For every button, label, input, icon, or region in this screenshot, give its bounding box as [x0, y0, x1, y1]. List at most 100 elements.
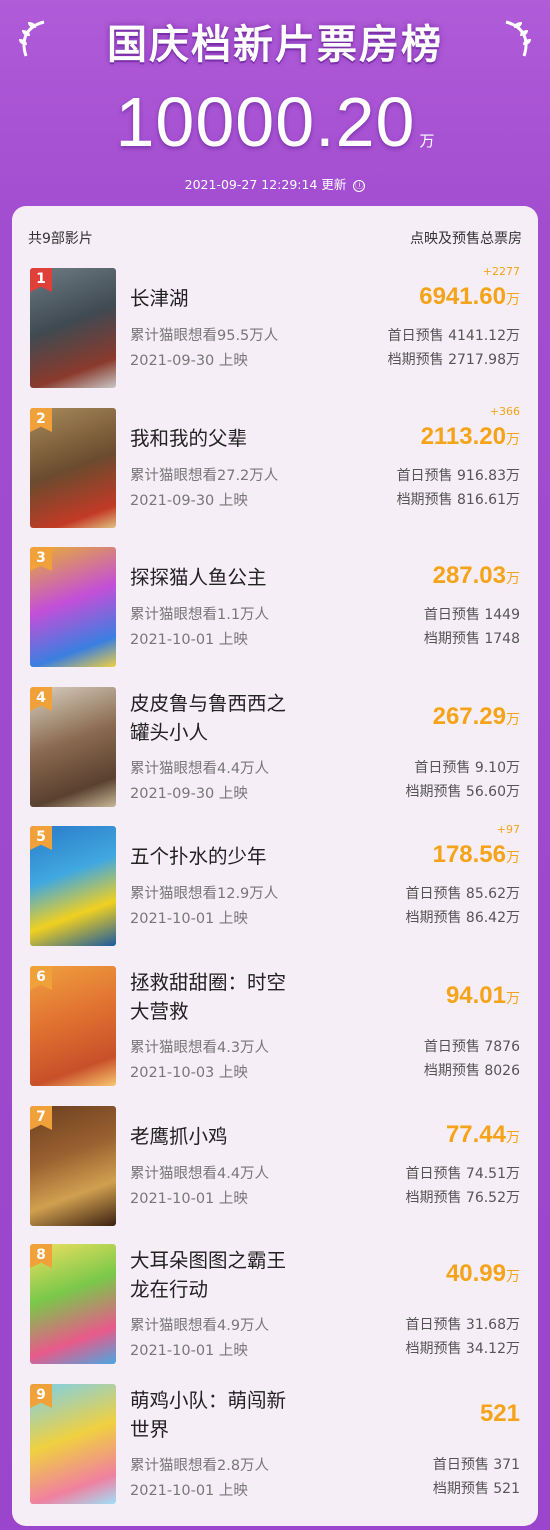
gross-increase: +97 [496, 823, 520, 836]
release-date: 2021-09-30 上映 [130, 353, 248, 369]
movie-title-line2: 大营救 [130, 1000, 189, 1023]
want-count: 累计猫眼想看1.1万人 [130, 607, 270, 623]
period-presale: 档期预售 56.60万 [405, 784, 520, 800]
update-time-text: 2021-09-27 12:29:14 更新 [184, 177, 347, 192]
rank-badge: 4 [30, 687, 52, 711]
period-presale: 档期预售 86.42万 [405, 910, 520, 926]
movie-title-line1: 长津湖 [130, 287, 189, 310]
rank-badge: 2 [30, 408, 52, 432]
laurel-right-icon [505, 20, 531, 57]
movie-title[interactable]: 长津湖 [130, 284, 330, 313]
gross-unit: 万 [506, 990, 520, 1006]
release-date: 2021-10-03 上映 [130, 1065, 248, 1081]
first-day-presale: 首日预售 85.62万 [405, 886, 520, 902]
presale-gross: 40.99万 [446, 1260, 520, 1288]
movie-title-line1: 大耳朵图图之霸王 [130, 1249, 287, 1272]
list-item[interactable]: 2 我和我的父辈累计猫眼想看27.2万人 2021-09-30 上映 +366 2113… [12, 405, 538, 548]
header: 国庆档新片票房榜 10000.20 万 2021-09-27 12:29:14 更… [0, 0, 550, 205]
panel-header: 共9部影片 点映及预售总票房 [12, 228, 538, 248]
gross-value: 287.03 [432, 562, 506, 589]
page-title: 国庆档新片票房榜 [107, 22, 443, 68]
movie-poster[interactable]: 4 [30, 687, 116, 807]
total-value: 10000.20 [115, 83, 416, 161]
rank-badge: 6 [30, 966, 52, 990]
want-count: 累计猫眼想看4.4万人 [130, 1166, 270, 1182]
update-time: 2021-09-27 12:29:14 更新 ⓘ [0, 174, 550, 193]
gross-unit: 万 [506, 1268, 520, 1284]
list-item[interactable]: 3 探探猫人鱼公主 累计猫眼想看1.1万人 2021-10-01 上映 287.03万首… [12, 547, 538, 687]
movie-title[interactable]: 皮皮鲁与鲁西西之 罐头小人 [130, 689, 330, 747]
presale-gross: 2113.20万 [421, 423, 520, 451]
gross-unit: 万 [506, 1129, 520, 1145]
movie-poster[interactable]: 5 [30, 826, 116, 946]
movie-title[interactable]: 我和我的父辈 [130, 424, 330, 453]
presale-gross: 94.01万 [446, 982, 520, 1010]
movie-title[interactable]: 老鹰抓小鸡 [130, 1122, 330, 1151]
laurel-left-icon [19, 20, 45, 57]
movie-title-line1: 皮皮鲁与鲁西西之 [130, 692, 287, 715]
rank-badge: 5 [30, 826, 52, 850]
presale-gross: 287.03万 [433, 562, 520, 590]
rank-badge: 8 [30, 1244, 52, 1268]
presale-gross: 77.44万 [446, 1121, 520, 1149]
release-date: 2021-10-01 上映 [130, 911, 248, 927]
release-date: 2021-09-30 上映 [130, 493, 248, 509]
movie-poster[interactable]: 9 [30, 1384, 116, 1504]
title-bar: 国庆档新片票房榜 [16, 8, 534, 70]
gross-unit: 万 [506, 431, 520, 447]
first-day-presale: 首日预售 371 [432, 1457, 520, 1473]
want-count: 累计猫眼想看4.3万人 [130, 1040, 270, 1056]
list-item[interactable]: 4 皮皮鲁与鲁西西之 罐头小人 累计猫眼想看4.4万人 2021-09-30 上映 267… [12, 687, 538, 827]
gross-increase: +366 [489, 405, 520, 418]
rank-badge: 9 [30, 1384, 52, 1408]
release-date: 2021-10-01 上映 [130, 1191, 248, 1207]
first-day-presale: 首日预售 7876 [423, 1039, 520, 1055]
want-count: 累计猫眼想看12.9万人 [130, 886, 279, 902]
info-icon[interactable]: ⓘ [353, 179, 366, 192]
period-presale: 档期预售 816.61万 [396, 492, 520, 508]
movie-title-line2: 龙在行动 [130, 1278, 209, 1301]
period-presale: 档期预售 34.12万 [405, 1341, 520, 1357]
movie-poster[interactable]: 7 [30, 1106, 116, 1226]
movie-title[interactable]: 探探猫人鱼公主 [130, 563, 330, 592]
movie-poster[interactable]: 8 [30, 1244, 116, 1364]
list-item[interactable]: 6 拯救甜甜圈：时空 大营救累计猫眼想看4.3万人 2021-10-03 上映 94.0… [12, 966, 538, 1106]
movie-poster[interactable]: 6 [30, 966, 116, 1086]
gross-value: 6941.60 [419, 283, 506, 310]
presale-gross: 267.29万 [433, 703, 520, 731]
gross-value: 267.29 [432, 703, 506, 730]
rank-badge: 7 [30, 1106, 52, 1130]
list-item[interactable]: 5 五个扑水的少年累计猫眼想看12.9万人 2021-10-01 上映 +97 178.… [12, 823, 538, 966]
list-item[interactable]: 8 大耳朵图图之霸王 龙在行动 累计猫眼想看4.9万人 2021-10-01 上映 40.… [12, 1244, 538, 1384]
first-day-presale: 首日预售 9.10万 [414, 760, 520, 776]
total-unit: 万 [419, 132, 435, 150]
list-item[interactable]: 9 萌鸡小队：萌闯新 世界 累计猫眼想看2.8万人 2021-10-01 上映 521 首日… [12, 1384, 538, 1524]
list-item[interactable]: 1 长津湖 累计猫眼想看95.5万人 2021-09-30 上映 +2277 6941.6… [12, 265, 538, 408]
period-presale: 档期预售 76.52万 [405, 1190, 520, 1206]
movie-title-line2: 世界 [130, 1418, 170, 1441]
list-item[interactable]: 7 老鹰抓小鸡 累计猫眼想看4.4万人 2021-10-01 上映 77.44万 首日预售… [12, 1106, 538, 1246]
want-count: 累计猫眼想看27.2万人 [130, 468, 279, 484]
movie-poster[interactable]: 1 [30, 268, 116, 388]
movie-title[interactable]: 萌鸡小队：萌闯新 世界 [130, 1386, 330, 1444]
gross-value: 521 [479, 1400, 520, 1427]
first-day-presale: 首日预售 916.83万 [396, 468, 520, 484]
movie-title[interactable]: 五个扑水的少年 [130, 842, 330, 871]
ranking-panel: 共9部影片 点映及预售总票房 1 长津湖累计猫眼想看95.5万人 2021-09-3… [12, 206, 538, 1526]
gross-unit: 万 [506, 570, 520, 586]
gross-value: 77.44 [445, 1121, 506, 1148]
movie-title[interactable]: 拯救甜甜圈：时空 大营救 [130, 968, 330, 1026]
first-day-presale: 首日预售 4141.12万 [387, 328, 520, 344]
movie-poster[interactable]: 2 [30, 408, 116, 528]
gross-unit: 万 [506, 849, 520, 865]
rank-badge: 3 [30, 547, 52, 571]
movie-title-line1: 探探猫人鱼公主 [130, 566, 267, 589]
movie-poster[interactable]: 3 [30, 547, 116, 667]
gross-value: 2113.20 [420, 423, 506, 450]
want-count: 累计猫眼想看95.5万人 [130, 328, 279, 344]
movie-title-line2: 罐头小人 [130, 721, 209, 744]
movie-title[interactable]: 大耳朵图图之霸王 龙在行动 [130, 1246, 330, 1304]
presale-gross: 178.56万 [433, 841, 520, 869]
movie-title-line1: 老鹰抓小鸡 [130, 1125, 228, 1148]
presale-gross: 6941.60万 [419, 283, 520, 311]
